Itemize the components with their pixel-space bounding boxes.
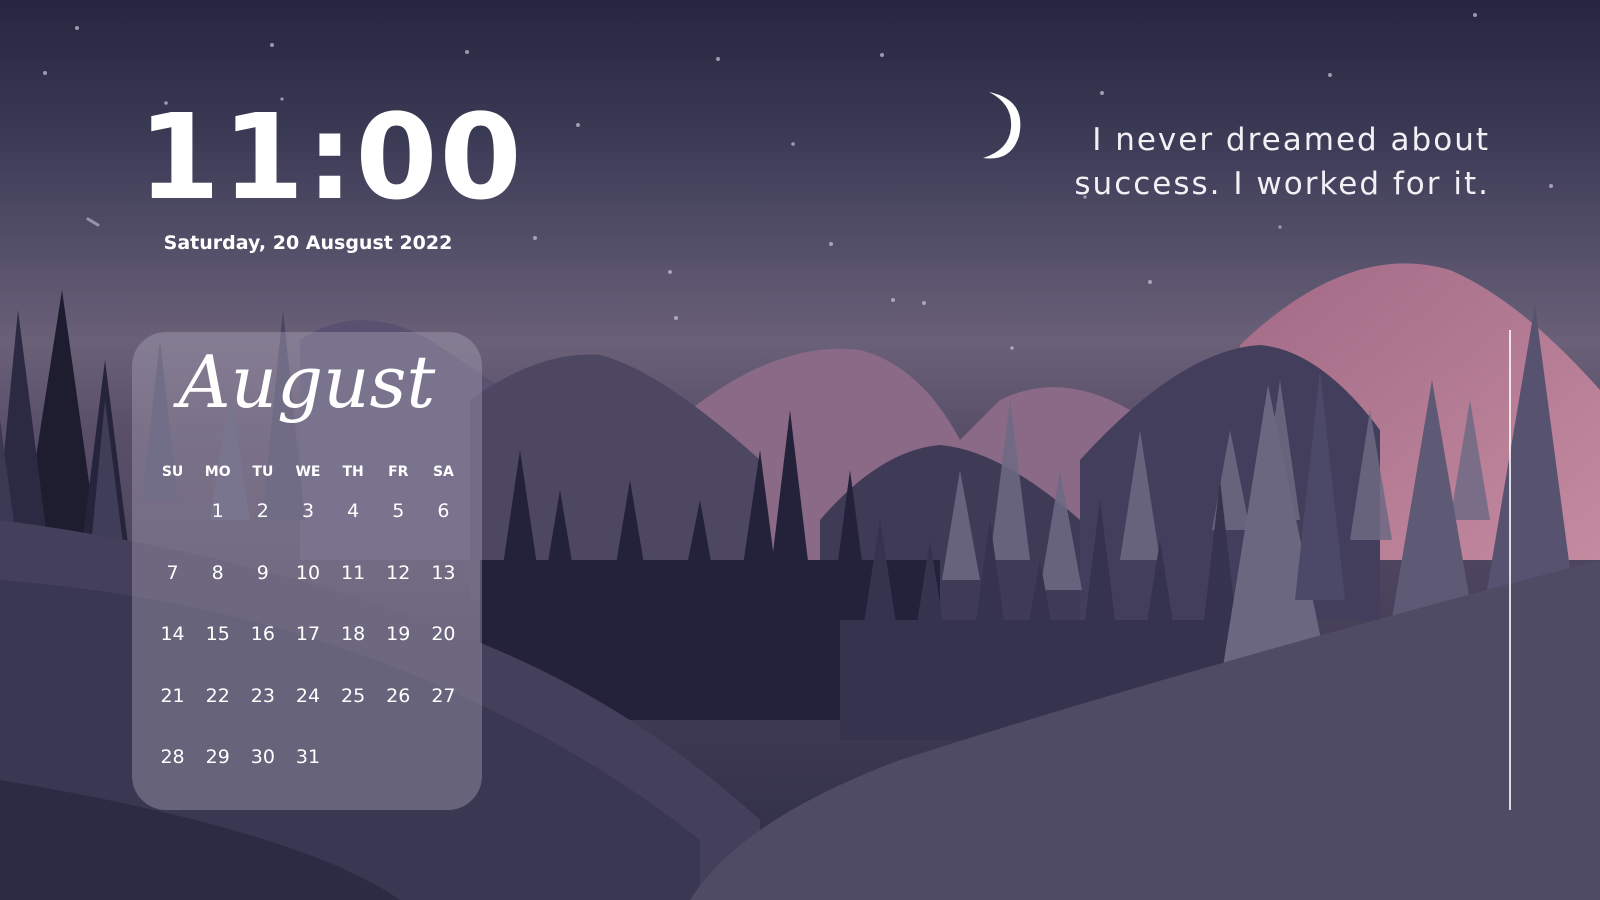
quote-line-1: I never dreamed about xyxy=(1092,122,1490,158)
quote-text: I never dreamed about success. I worked … xyxy=(1030,118,1490,206)
weekday-label: MO xyxy=(204,464,231,480)
weekday-label: TH xyxy=(342,464,364,480)
calendar-day[interactable]: 30 xyxy=(240,746,285,808)
calendar-day[interactable]: 17 xyxy=(285,623,330,685)
calendar-month-title: August xyxy=(178,340,436,424)
calendar-day[interactable]: 11 xyxy=(331,562,376,624)
quote-line-2: success. I worked for it. xyxy=(1074,166,1490,202)
calendar-empty-cell xyxy=(150,500,195,562)
clock-time: 11:00 xyxy=(138,88,524,226)
clock-date: Saturday, 20 Ausgust 2022 xyxy=(163,232,453,254)
weekday-label: TU xyxy=(252,464,274,480)
calendar-day[interactable]: 27 xyxy=(421,685,466,747)
calendar-day[interactable]: 23 xyxy=(240,685,285,747)
calendar-day[interactable]: 22 xyxy=(195,685,240,747)
calendar-day[interactable]: 24 xyxy=(285,685,330,747)
calendar-day[interactable]: 13 xyxy=(421,562,466,624)
calendar-day[interactable]: 2 xyxy=(240,500,285,562)
calendar-day[interactable]: 12 xyxy=(376,562,421,624)
calendar-day[interactable]: 25 xyxy=(331,685,376,747)
calendar-day[interactable]: 19 xyxy=(376,623,421,685)
calendar-weekday-header: SU MO TU WE TH FR SA xyxy=(150,464,466,480)
calendar-day[interactable]: 8 xyxy=(195,562,240,624)
calendar-widget: August SU MO TU WE TH FR SA 1 2 3 4 5 6 7 8 9 10 11 12 13 1… xyxy=(132,332,482,810)
calendar-day[interactable]: 6 xyxy=(421,500,466,562)
calendar-day[interactable]: 4 xyxy=(331,500,376,562)
calendar-day[interactable]: 1 xyxy=(195,500,240,562)
calendar-day[interactable]: 15 xyxy=(195,623,240,685)
weekday-label: SA xyxy=(432,464,454,480)
calendar-day[interactable]: 18 xyxy=(331,623,376,685)
calendar-day[interactable]: 10 xyxy=(285,562,330,624)
calendar-day[interactable]: 3 xyxy=(285,500,330,562)
weekday-label: SU xyxy=(161,464,184,480)
calendar-day-grid: 1 2 3 4 5 6 7 8 9 10 11 12 13 14 15 16 17 18 19 20 21 22 23 24 2… xyxy=(150,500,466,808)
calendar-day[interactable]: 16 xyxy=(240,623,285,685)
calendar-day[interactable]: 20 xyxy=(421,623,466,685)
calendar-day[interactable]: 21 xyxy=(150,685,195,747)
calendar-day[interactable]: 7 xyxy=(150,562,195,624)
calendar-day[interactable]: 14 xyxy=(150,623,195,685)
calendar-day[interactable]: 5 xyxy=(376,500,421,562)
calendar-day[interactable]: 9 xyxy=(240,562,285,624)
crescent-moon-icon xyxy=(983,92,1021,159)
calendar-day[interactable]: 31 xyxy=(285,746,330,808)
weekday-label: WE xyxy=(295,464,321,480)
calendar-day[interactable]: 28 xyxy=(150,746,195,808)
calendar-day[interactable]: 26 xyxy=(376,685,421,747)
weekday-label: FR xyxy=(388,464,409,480)
vertical-divider xyxy=(1509,330,1511,810)
shooting-star xyxy=(86,217,100,227)
calendar-day[interactable]: 29 xyxy=(195,746,240,808)
